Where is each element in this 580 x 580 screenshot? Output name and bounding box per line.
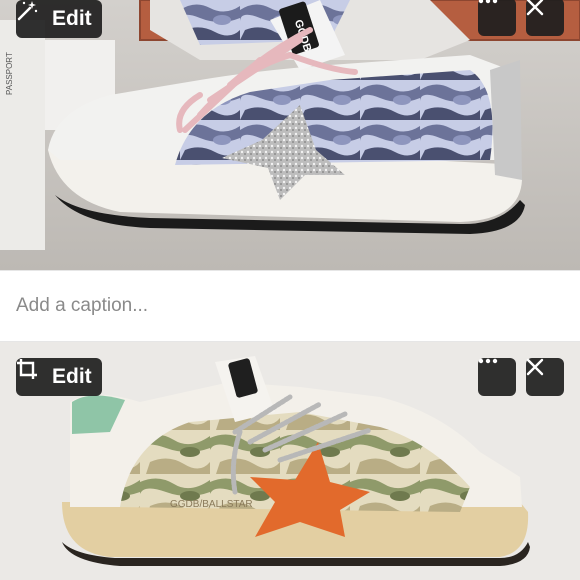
caption-input[interactable] bbox=[16, 291, 556, 321]
more-options-button[interactable] bbox=[478, 358, 516, 396]
sneaker-photo-camo-silver-star: PASSPORT GGDB bbox=[0, 0, 580, 270]
caption-bar bbox=[0, 270, 580, 342]
edit-button[interactable]: Edit bbox=[16, 358, 102, 396]
crop-icon bbox=[17, 359, 46, 388]
remove-photo-button[interactable] bbox=[526, 0, 564, 36]
ellipsis-icon bbox=[478, 0, 498, 4]
edit-label: Edit bbox=[52, 365, 92, 388]
photo-attachment-1: PASSPORT GGDB Edit bbox=[0, 0, 580, 270]
edit-label: Edit bbox=[52, 7, 92, 30]
edit-button[interactable]: Edit bbox=[16, 0, 102, 38]
side-print: GGDB/BALLSTAR bbox=[170, 499, 253, 510]
photo-attachment-2: GGDB/BALLSTAR Edit bbox=[0, 342, 580, 580]
box-label: PASSPORT bbox=[5, 52, 14, 95]
magic-wand-icon bbox=[17, 1, 46, 30]
more-options-button[interactable] bbox=[478, 0, 516, 36]
close-icon bbox=[526, 358, 544, 376]
close-icon bbox=[526, 0, 544, 16]
ellipsis-icon bbox=[478, 358, 498, 364]
remove-photo-button[interactable] bbox=[526, 358, 564, 396]
